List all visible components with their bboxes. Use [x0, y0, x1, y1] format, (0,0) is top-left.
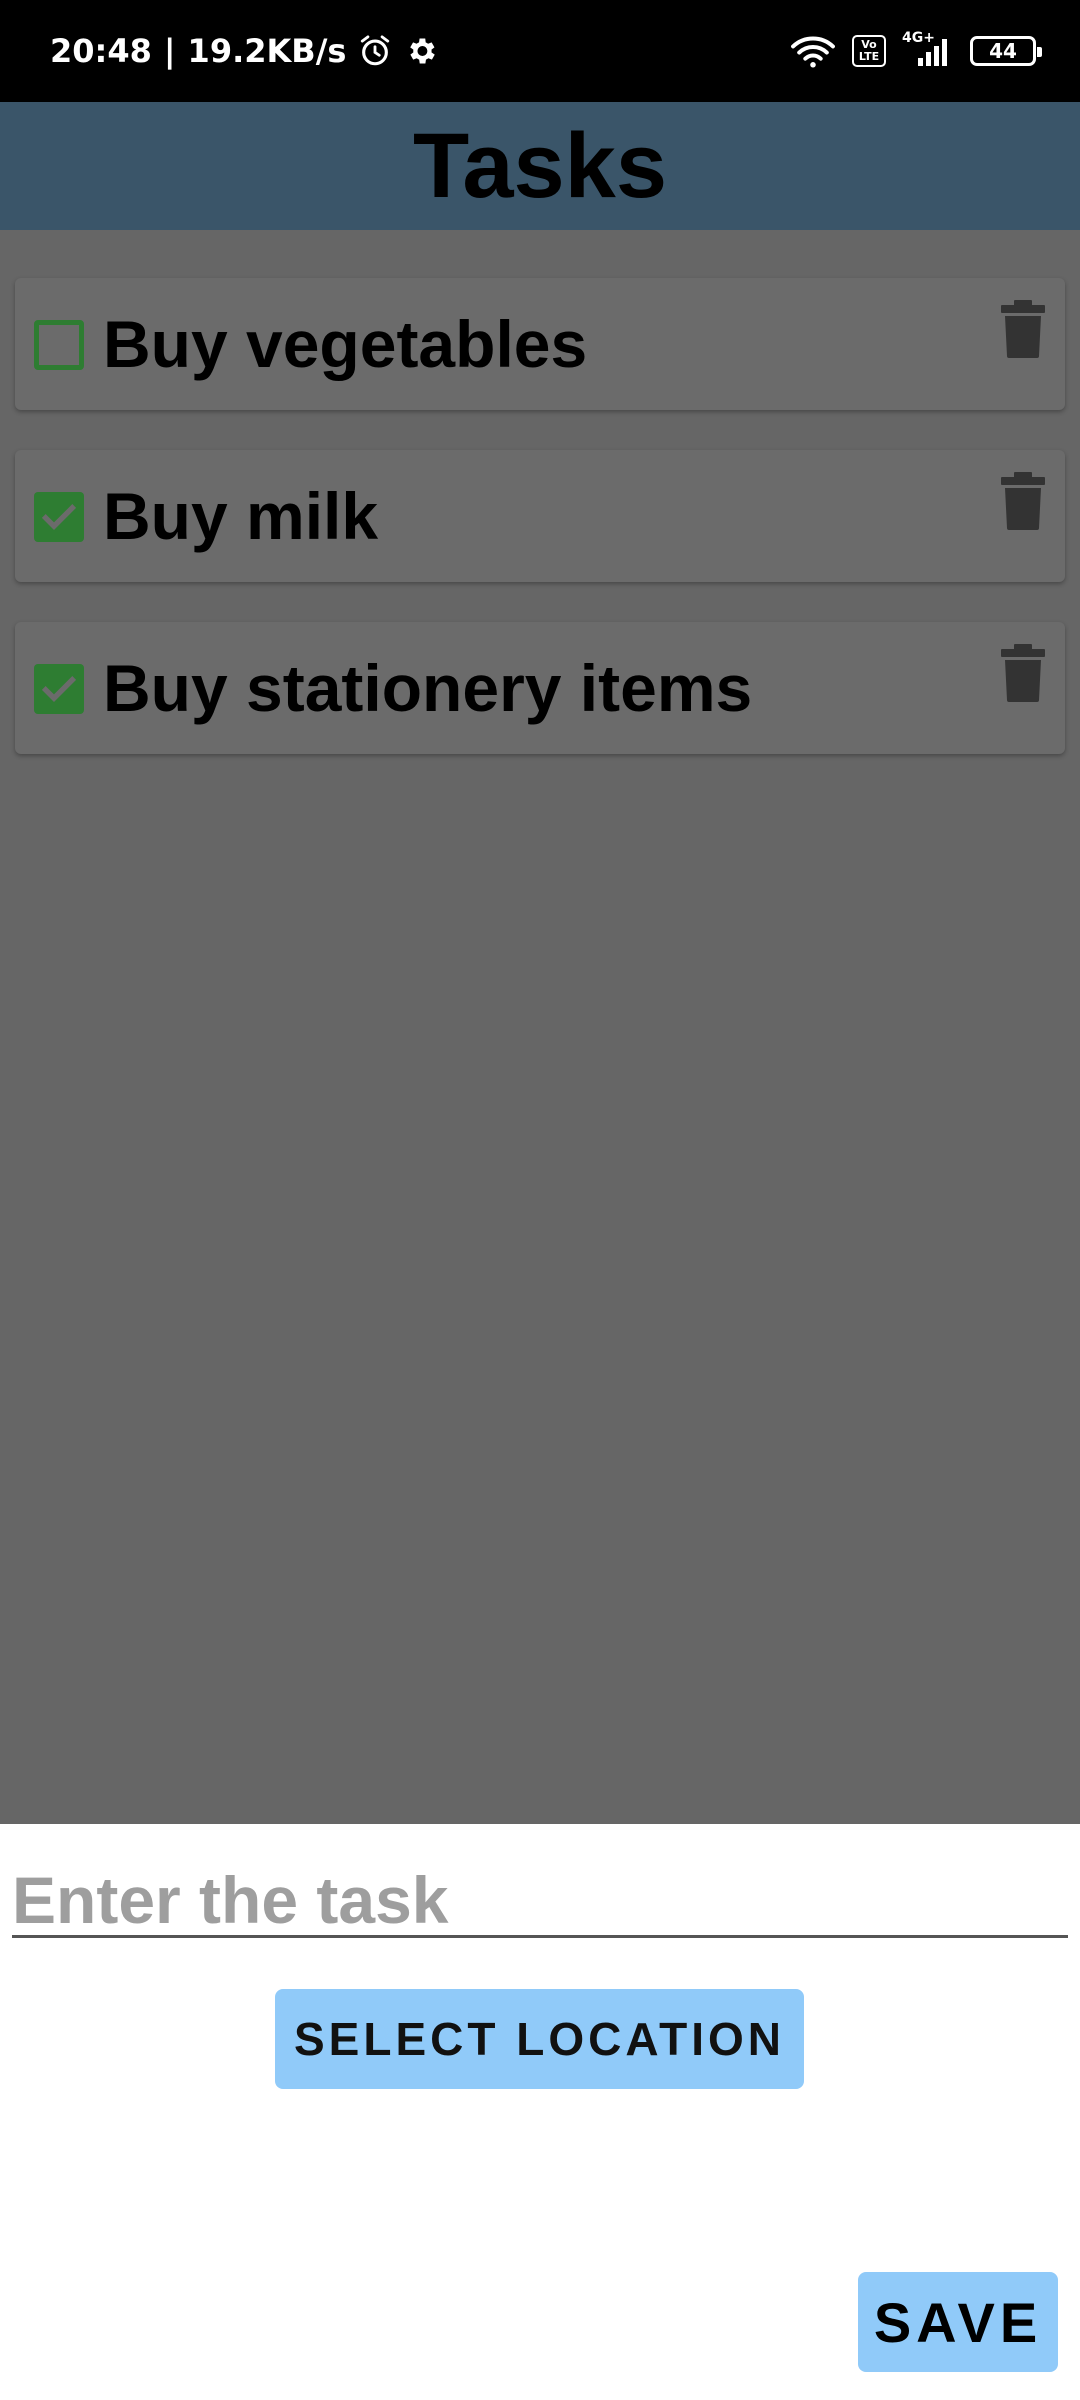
task-list: Buy vegetables Buy milk Buy stationery ite… — [15, 278, 1065, 794]
task-label: Buy milk — [103, 479, 379, 553]
task-item[interactable]: Buy vegetables — [15, 278, 1065, 410]
status-separator: | — [163, 32, 176, 70]
task-label: Buy stationery items — [103, 651, 753, 725]
status-bar: 20:48 | 19.2KB/s Vo LTE 4G+ 44 — [0, 0, 1080, 102]
bottom-sheet: SELECT LOCATION SAVE — [0, 1824, 1080, 2400]
checkbox-checked-icon[interactable] — [34, 492, 84, 542]
delete-trash-icon[interactable] — [1001, 300, 1045, 358]
settings-gear-icon — [404, 34, 438, 68]
task-input[interactable] — [12, 1864, 1068, 1938]
checkbox-checked-icon[interactable] — [34, 664, 84, 714]
battery-level: 44 — [989, 39, 1017, 63]
volte-icon: Vo LTE — [852, 35, 886, 67]
alarm-icon — [358, 34, 392, 68]
checkbox-unchecked-icon[interactable] — [34, 320, 84, 370]
select-location-button[interactable]: SELECT LOCATION — [275, 1989, 804, 2089]
app-bar: Tasks — [0, 102, 1080, 230]
status-right: Vo LTE 4G+ 44 — [790, 0, 1042, 102]
status-network-speed: 19.2KB/s — [187, 32, 347, 70]
signal-icon: 4G+ — [902, 30, 954, 68]
task-item[interactable]: Buy milk — [15, 450, 1065, 582]
delete-trash-icon[interactable] — [1001, 472, 1045, 530]
status-time: 20:48 — [50, 32, 152, 70]
network-type-label: 4G+ — [902, 30, 935, 46]
status-left: 20:48 | 19.2KB/s — [50, 0, 438, 102]
task-label: Buy vegetables — [103, 307, 588, 381]
page-title: Tasks — [412, 114, 668, 217]
save-button[interactable]: SAVE — [858, 2272, 1058, 2372]
task-item[interactable]: Buy stationery items — [15, 622, 1065, 754]
volte-bottom-text: LTE — [858, 50, 880, 63]
delete-trash-icon[interactable] — [1001, 644, 1045, 702]
battery-icon: 44 — [970, 36, 1042, 66]
wifi-icon — [790, 34, 836, 68]
